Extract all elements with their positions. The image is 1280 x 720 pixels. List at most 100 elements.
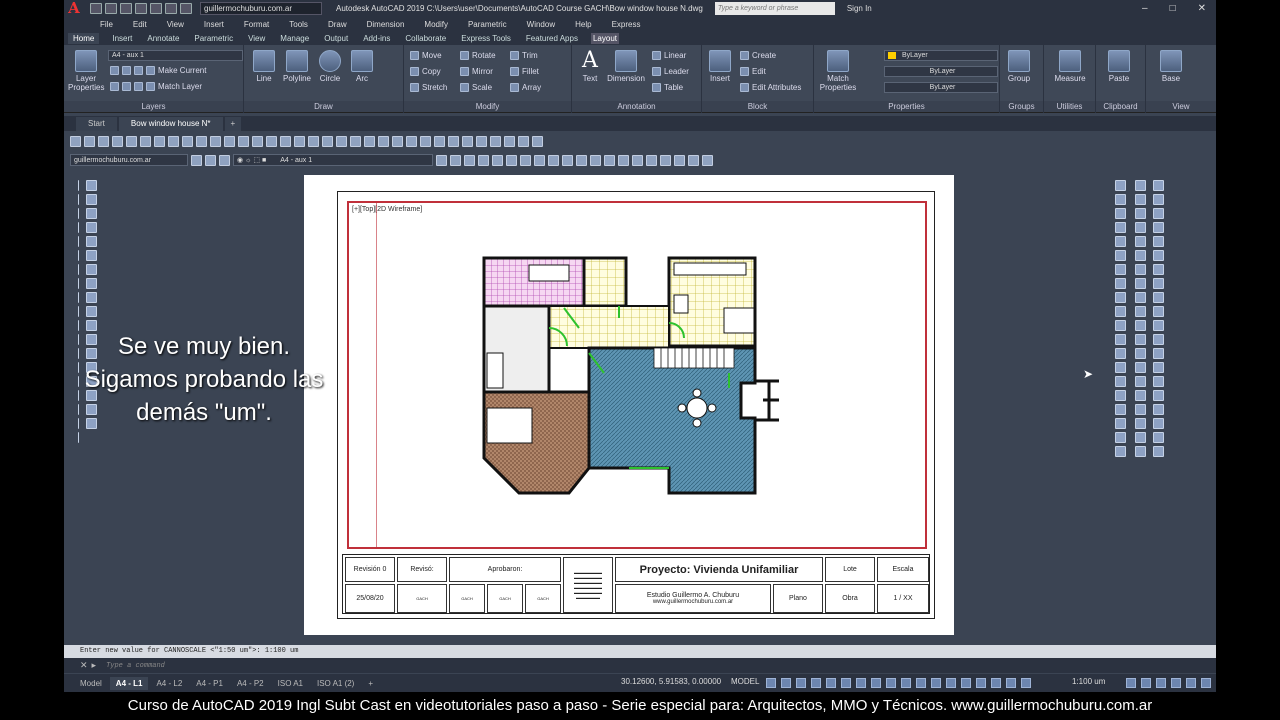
ucs-y-icon[interactable]: [688, 154, 699, 166]
arc-icon[interactable]: [78, 250, 79, 261]
menu-format[interactable]: Format: [244, 20, 269, 29]
menu-help[interactable]: Help: [575, 20, 591, 29]
ucs-zaxis-icon[interactable]: [646, 154, 657, 166]
search-input[interactable]: Type a keyword or phrase: [714, 2, 835, 15]
render-icon[interactable]: [420, 135, 431, 147]
grid-icon[interactable]: [766, 678, 776, 688]
redo-icon[interactable]: [238, 135, 249, 147]
tab-output[interactable]: Output: [322, 33, 350, 44]
insert-block-icon[interactable]: [78, 334, 79, 345]
match-layer-button[interactable]: Match Layer: [110, 82, 202, 91]
tab-featured-apps[interactable]: Featured Apps: [524, 33, 580, 44]
measure-button[interactable]: Measure: [1050, 50, 1090, 83]
layout-tab-iso-a1-2[interactable]: ISO A1 (2): [311, 677, 360, 690]
presspull-icon[interactable]: [1153, 236, 1164, 247]
selection-filter-icon[interactable]: [976, 678, 986, 688]
make-current-button[interactable]: Make Current: [110, 66, 206, 75]
undo-icon[interactable]: [165, 3, 177, 14]
clean-screen-icon[interactable]: [1186, 678, 1196, 688]
dim-edit-icon[interactable]: [1115, 418, 1126, 429]
new-tab-button[interactable]: +: [224, 117, 242, 131]
spline-icon[interactable]: [78, 292, 79, 303]
jog-line-icon[interactable]: [1115, 404, 1126, 415]
make-block-icon[interactable]: [78, 348, 79, 359]
command-input[interactable]: Type a command: [106, 662, 165, 670]
layer-match-icon[interactable]: [464, 154, 475, 166]
plus-icon[interactable]: [1141, 678, 1151, 688]
open-icon[interactable]: [84, 135, 95, 147]
help-icon[interactable]: [392, 135, 403, 147]
sweep-icon[interactable]: [1135, 306, 1146, 317]
stretch-button[interactable]: Stretch: [410, 83, 447, 92]
gradient-icon[interactable]: [78, 390, 79, 401]
arc-button[interactable]: Arc: [348, 50, 376, 83]
union-icon[interactable]: [1135, 334, 1146, 345]
box-icon[interactable]: [1153, 180, 1164, 191]
gizmo-icon[interactable]: [1153, 362, 1164, 373]
fillet-edge-icon[interactable]: [1153, 250, 1164, 261]
match-properties-button[interactable]: Match Properties: [818, 50, 858, 92]
dimension-radius-icon[interactable]: [1115, 236, 1126, 247]
ucs-origin-icon[interactable]: [632, 154, 643, 166]
leader-dropdown[interactable]: Leader: [652, 67, 689, 76]
tab-collaborate[interactable]: Collaborate: [403, 33, 448, 44]
cone-icon[interactable]: [1135, 194, 1146, 205]
layer-properties-button[interactable]: Layer Properties: [68, 50, 104, 92]
workspace-switch-icon[interactable]: [1126, 678, 1136, 688]
paste-button[interactable]: Paste: [1102, 50, 1136, 83]
ucs-z-icon[interactable]: [702, 154, 713, 166]
open-icon[interactable]: [105, 3, 117, 14]
mtext-icon[interactable]: [78, 432, 79, 443]
3d-array-icon[interactable]: [1153, 432, 1164, 443]
imprint-icon[interactable]: [1153, 292, 1164, 303]
publish-icon[interactable]: [140, 135, 151, 147]
workspace-settings-icon[interactable]: [205, 154, 216, 166]
tab-annotate[interactable]: Annotate: [145, 33, 181, 44]
layer-state-icon[interactable]: [434, 135, 445, 147]
linear-dropdown[interactable]: Linear: [652, 51, 686, 60]
autoscale-icon[interactable]: [1021, 678, 1031, 688]
ucs-x-icon[interactable]: [674, 154, 685, 166]
offset-icon[interactable]: [86, 222, 97, 233]
separate-icon[interactable]: [1153, 306, 1164, 317]
wedge-icon[interactable]: [1135, 250, 1146, 261]
dimension-diameter-icon[interactable]: [1115, 264, 1126, 275]
plot-icon[interactable]: [150, 3, 162, 14]
dim-text-edit-icon[interactable]: [1115, 432, 1126, 443]
utilities-panel-title[interactable]: Utilities: [1044, 101, 1095, 112]
baseline-icon[interactable]: [1115, 306, 1126, 317]
scale-icon[interactable]: [86, 278, 97, 289]
pan-icon[interactable]: [252, 135, 263, 147]
linetype-dropdown[interactable]: ByLayer: [884, 66, 998, 77]
settings-icon[interactable]: [191, 154, 202, 166]
text-style-icon[interactable]: [1135, 180, 1146, 191]
ellipse-arc-icon[interactable]: [78, 320, 79, 331]
menu-dimension[interactable]: Dimension: [367, 20, 405, 29]
layer-walk-icon[interactable]: [518, 135, 529, 147]
3d-mirror-icon[interactable]: [1153, 418, 1164, 429]
ellipse-icon[interactable]: [78, 306, 79, 317]
erase-icon[interactable]: [86, 180, 97, 191]
sheet-set-icon[interactable]: [350, 135, 361, 147]
properties-panel-title[interactable]: Properties: [814, 101, 999, 112]
match-icon[interactable]: [196, 135, 207, 147]
fillet-button[interactable]: Fillet: [510, 67, 539, 76]
revcloud-icon[interactable]: [78, 278, 79, 289]
menu-edit[interactable]: Edit: [133, 20, 147, 29]
ucs-3point-icon[interactable]: [660, 154, 671, 166]
annotation-visibility-icon[interactable]: [1006, 678, 1016, 688]
layer-states-icon[interactable]: [450, 154, 461, 166]
hatch-icon[interactable]: [78, 376, 79, 387]
layer-lock-icon[interactable]: [504, 135, 515, 147]
3d-rotate-icon[interactable]: [1153, 390, 1164, 401]
annotation-scale-dropdown[interactable]: 1:100 um: [1072, 677, 1105, 686]
rotate-button[interactable]: Rotate: [460, 51, 496, 60]
line-button[interactable]: Line: [250, 50, 278, 83]
viewport-controls[interactable]: [+][Top][2D Wireframe]: [352, 206, 422, 213]
redo-icon[interactable]: [180, 3, 192, 14]
polar-icon[interactable]: [841, 678, 851, 688]
intersect-icon[interactable]: [1135, 362, 1146, 373]
copy-icon[interactable]: [168, 135, 179, 147]
menu-view[interactable]: View: [167, 20, 184, 29]
3d-align-icon[interactable]: [1153, 404, 1164, 415]
